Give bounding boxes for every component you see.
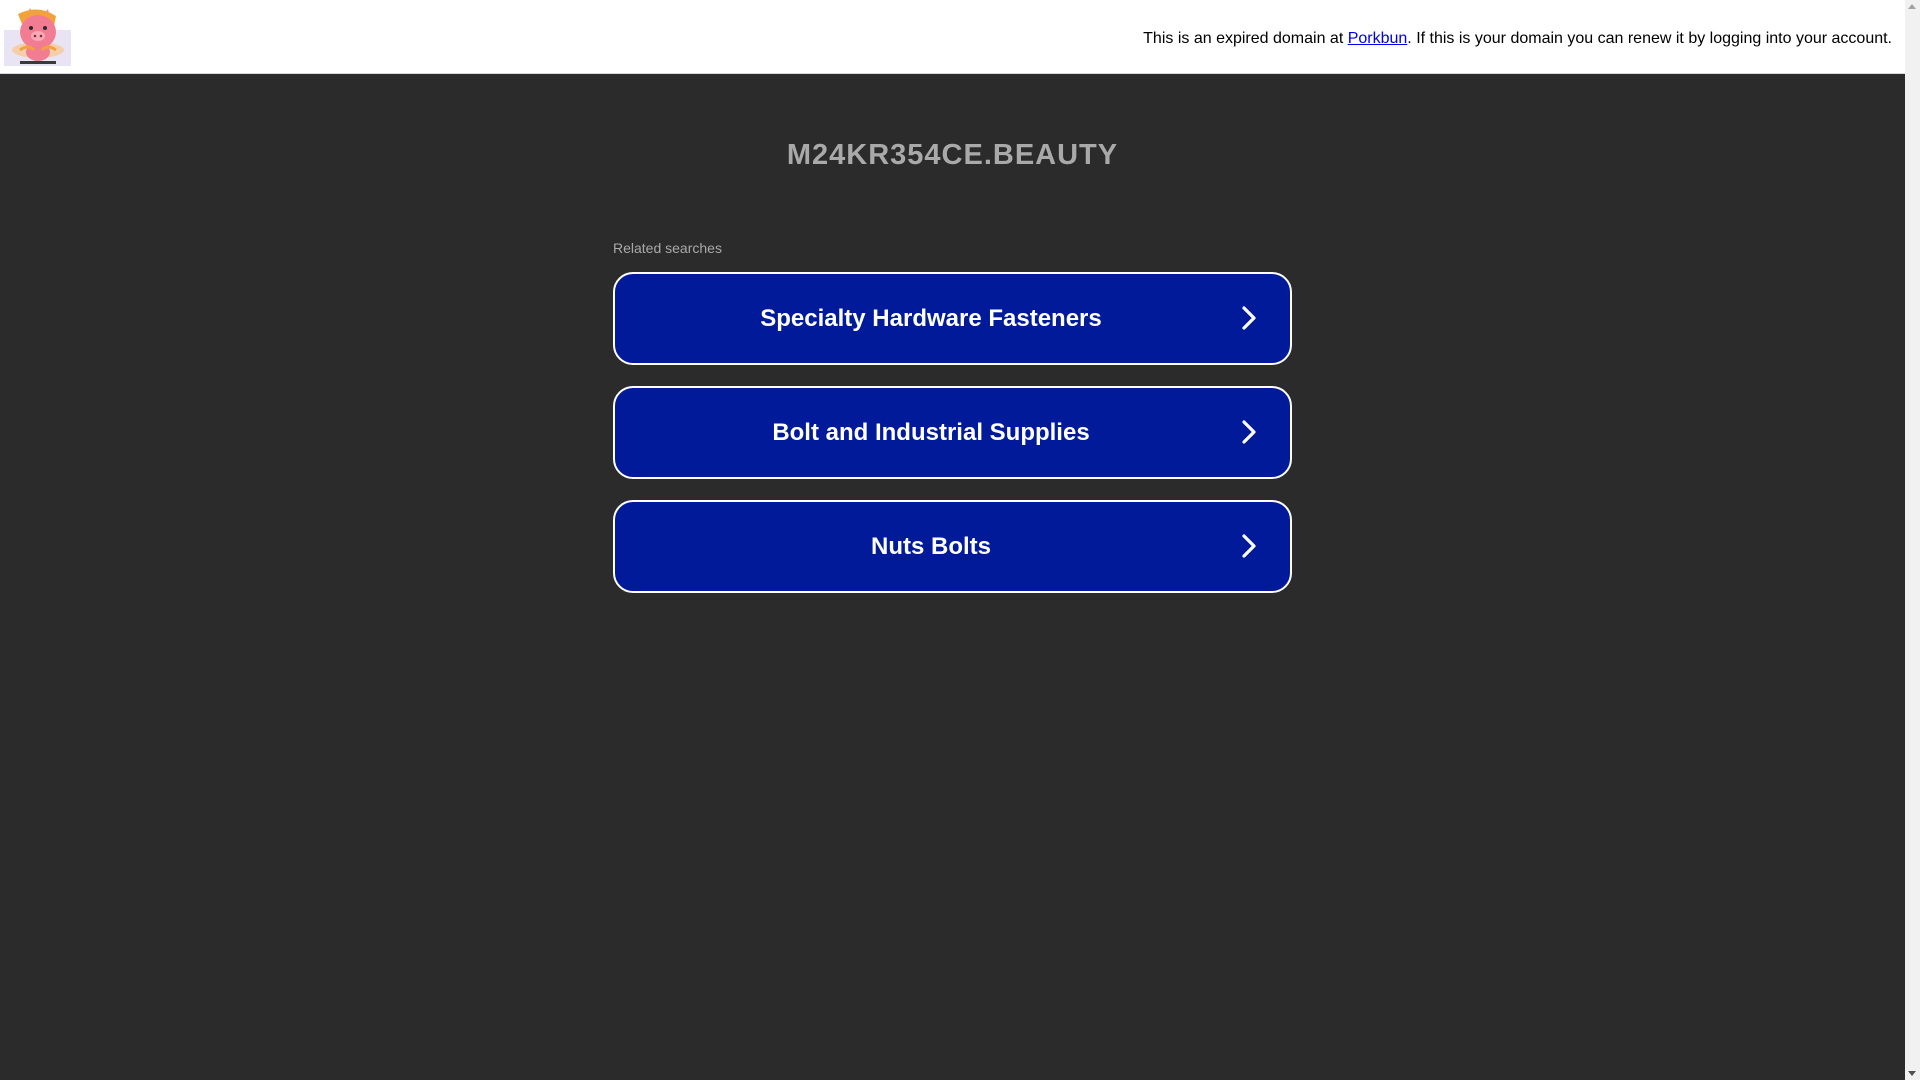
related-search-label: Nuts Bolts	[871, 533, 991, 560]
related-search-label: Specialty Hardware Fasteners	[760, 305, 1102, 332]
chevron-right-icon	[1242, 420, 1256, 444]
related-search-label: Bolt and Industrial Supplies	[772, 419, 1090, 446]
chevron-right-icon	[1242, 534, 1256, 558]
expired-domain-notice: This is an expired domain at Porkbun. If…	[1143, 30, 1892, 48]
related-search-link-1[interactable]: Specialty Hardware Fasteners	[613, 272, 1292, 365]
porkbun-link[interactable]: Porkbun	[1348, 30, 1408, 47]
chevron-right-icon	[1242, 306, 1256, 330]
related-search-link-2[interactable]: Bolt and Industrial Supplies	[613, 386, 1292, 479]
domain-title: M24KR354CE.BEAUTY	[786, 139, 1119, 171]
related-searches-label: Related searches	[613, 240, 722, 256]
scroll-up-arrow-icon[interactable]	[1908, 4, 1916, 9]
top-notice-bar: This is an expired domain at Porkbun. If…	[0, 0, 1905, 74]
notice-text-before: This is an expired domain at	[1143, 30, 1348, 47]
scroll-down-arrow-icon[interactable]	[1908, 1071, 1916, 1076]
vertical-scrollbar[interactable]	[1905, 0, 1920, 1080]
related-search-link-3[interactable]: Nuts Bolts	[613, 500, 1292, 593]
porkbun-pig-logo-icon[interactable]	[4, 6, 71, 66]
notice-text-after: . If this is your domain you can renew i…	[1407, 30, 1892, 47]
page: This is an expired domain at Porkbun. If…	[0, 0, 1905, 1080]
